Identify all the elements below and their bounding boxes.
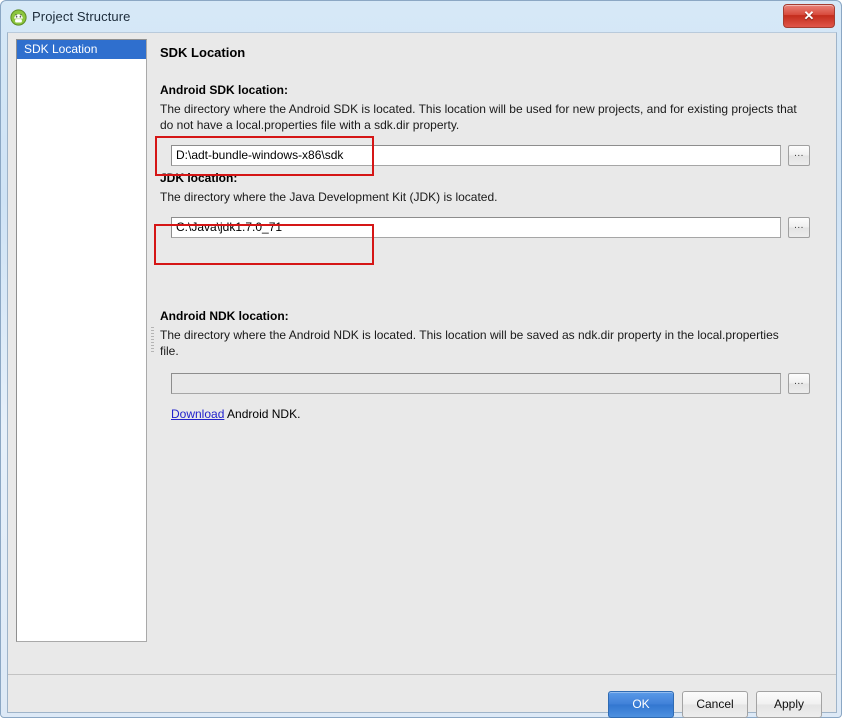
jdk-location-input[interactable]: C:\Java\jdk1.7.0_71 [171, 217, 781, 238]
sdk-location-browse-button[interactable]: ... [788, 145, 810, 166]
settings-tree[interactable]: SDK Location [16, 39, 147, 642]
section-description: The directory where the Android NDK is l… [160, 328, 779, 358]
cancel-button[interactable]: Cancel [682, 691, 748, 718]
page-title: SDK Location [160, 45, 246, 60]
section-description: The directory where the Android SDK is l… [160, 102, 797, 132]
section-title: Android SDK location: [160, 83, 288, 97]
download-ndk-trailing-text: Android NDK. [224, 407, 301, 421]
dialog-button-bar: OK Cancel Apply [8, 675, 836, 718]
section-android-ndk-location: Android NDK location: The directory wher… [160, 309, 825, 421]
section-title: Android NDK location: [160, 309, 289, 323]
sdk-location-pane: SDK Location Android SDK location: The d… [158, 39, 829, 642]
title-bar: Project Structure ✕ [1, 1, 842, 34]
dialog-body: SDK Location SDK Location Android SDK lo… [7, 32, 837, 718]
close-icon: ✕ [803, 8, 815, 23]
jdk-location-field-row: C:\Java\jdk1.7.0_71 ... [160, 217, 825, 239]
section-title: JDK location: [160, 171, 238, 185]
jdk-location-browse-button[interactable]: ... [788, 217, 810, 238]
window-title: Project Structure [32, 9, 131, 24]
apply-button[interactable]: Apply [756, 691, 822, 718]
ndk-location-field-row: ... [160, 373, 825, 395]
splitter-grip-icon [151, 327, 154, 353]
section-android-sdk-location: Android SDK location: The directory wher… [160, 83, 825, 167]
close-button[interactable]: ✕ [783, 4, 835, 28]
ok-button[interactable]: OK [608, 691, 674, 718]
section-description: The directory where the Java Development… [160, 190, 498, 204]
download-ndk-line: Download Android NDK. [160, 407, 825, 421]
panel-splitter[interactable] [149, 39, 158, 642]
sdk-location-input[interactable]: D:\adt-bundle-windows-x86\sdk [171, 145, 781, 166]
project-structure-window: Project Structure ✕ SDK Location SDK Loc… [0, 0, 842, 718]
ndk-location-browse-button[interactable]: ... [788, 373, 810, 394]
ndk-location-input[interactable] [171, 373, 781, 394]
android-robot-icon [10, 9, 27, 26]
sidebar-item-label: SDK Location [24, 42, 98, 56]
sdk-location-field-row: D:\adt-bundle-windows-x86\sdk ... [160, 145, 825, 167]
section-jdk-location: JDK location: The directory where the Ja… [160, 171, 825, 239]
download-ndk-link[interactable]: Download [171, 407, 224, 421]
sidebar-item-sdk-location[interactable]: SDK Location [17, 40, 146, 59]
